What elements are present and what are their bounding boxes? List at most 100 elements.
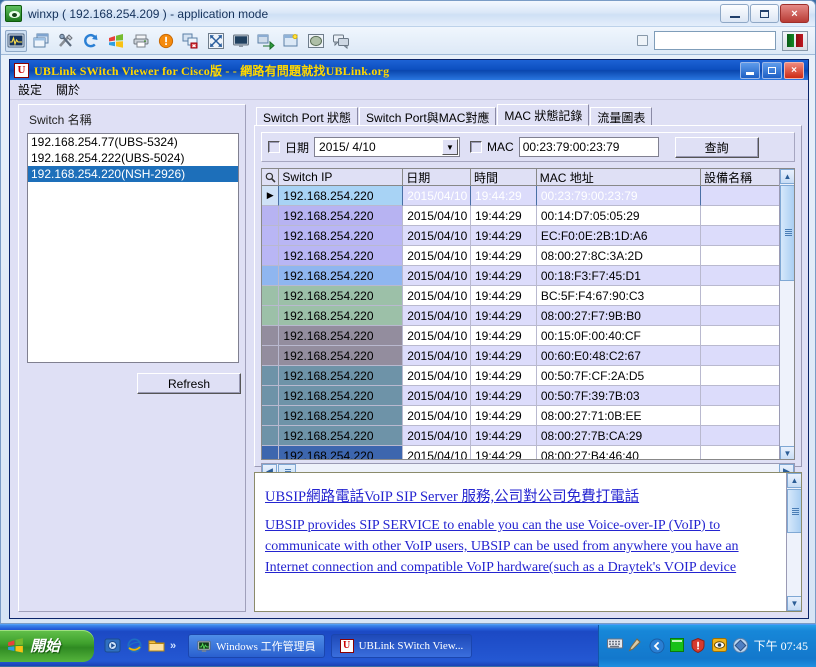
session-options-icon[interactable] <box>5 29 27 52</box>
taskbar-button-task-manager[interactable]: Windows 工作管理員 <box>188 633 325 658</box>
printer-icon[interactable] <box>130 30 152 52</box>
ad-link-line-3[interactable]: Internet connection and compatible VoIP … <box>265 557 791 578</box>
row-indicator[interactable] <box>262 346 280 366</box>
list-item[interactable]: 192.168.254.77(UBS-5324) <box>28 134 238 150</box>
cell-time[interactable]: 19:44:29 <box>470 326 537 346</box>
cell-date[interactable]: 2015/04/10 <box>403 286 471 306</box>
cell-switch-ip[interactable]: 192.168.254.220 <box>279 346 404 366</box>
cell-time[interactable]: 19:44:29 <box>470 186 537 206</box>
column-header-switch-ip[interactable]: Switch IP <box>279 169 404 185</box>
cell-date[interactable]: 2015/04/10 <box>403 366 471 386</box>
cell-date[interactable]: 2015/04/10 <box>403 226 471 246</box>
menu-item-settings[interactable]: 設定 <box>18 81 42 98</box>
cell-switch-ip[interactable]: 192.168.254.220 <box>279 366 404 386</box>
cell-time[interactable]: 19:44:29 <box>470 206 537 226</box>
cell-mac-address[interactable]: EC:F0:0E:2B:1D:A6 <box>536 226 702 246</box>
internet-explorer-icon[interactable] <box>126 637 143 654</box>
search-icon[interactable] <box>262 169 280 185</box>
cell-date[interactable]: 2015/04/10 <box>403 326 471 346</box>
table-row[interactable]: 192.168.254.220 2015/04/10 19:44:29 BC:5F:F… <box>262 286 794 306</box>
cell-switch-ip[interactable]: 192.168.254.220 <box>279 326 404 346</box>
refresh-button[interactable]: Refresh <box>137 373 241 394</box>
table-row[interactable]: 192.168.254.220 2015/04/10 19:44:29 08:00:2… <box>262 246 794 266</box>
shield-alert-icon[interactable] <box>691 638 706 653</box>
cell-time[interactable]: 19:44:29 <box>470 426 537 446</box>
cell-time[interactable]: 19:44:29 <box>470 406 537 426</box>
cell-date[interactable]: 2015/04/10 <box>403 446 471 459</box>
cell-switch-ip[interactable]: 192.168.254.220 <box>279 186 404 206</box>
transfer-icon[interactable] <box>255 30 277 52</box>
connection-status-indicator[interactable] <box>782 30 808 51</box>
cell-switch-ip[interactable]: 192.168.254.220 <box>279 386 404 406</box>
cell-mac-address[interactable]: 00:50:7F:CF:2A:D5 <box>536 366 702 386</box>
cell-mac-address[interactable]: 00:23:79:00:23:79 <box>536 186 702 206</box>
app-minimize-button[interactable] <box>740 61 760 79</box>
row-indicator[interactable] <box>262 286 280 306</box>
eye-icon[interactable] <box>711 638 727 653</box>
row-indicator[interactable]: ▶ <box>262 186 280 206</box>
tab-traffic-chart[interactable]: 流量圖表 <box>590 107 653 126</box>
cell-switch-ip[interactable]: 192.168.254.220 <box>279 206 404 226</box>
cell-mac-address[interactable]: 08:00:27:7B:CA:29 <box>536 426 702 446</box>
table-row[interactable]: 192.168.254.220 2015/04/10 19:44:29 00:14:D… <box>262 206 794 226</box>
cell-time[interactable]: 19:44:29 <box>470 226 537 246</box>
row-indicator[interactable] <box>262 266 280 286</box>
cell-date[interactable]: 2015/04/10 <box>403 406 471 426</box>
window-mode-icon[interactable] <box>637 35 648 46</box>
fullscreen-icon[interactable] <box>205 30 227 52</box>
table-row[interactable]: ▶ 192.168.254.220 2015/04/10 19:44:29 00:23:… <box>262 186 794 206</box>
cell-date[interactable]: 2015/04/10 <box>403 206 471 226</box>
start-button[interactable]: 開始 <box>0 629 94 662</box>
cell-time[interactable]: 19:44:29 <box>470 286 537 306</box>
keyboard-icon[interactable] <box>606 638 623 653</box>
cell-switch-ip[interactable]: 192.168.254.220 <box>279 306 404 326</box>
cell-mac-address[interactable]: 00:60:E0:48:C2:67 <box>536 346 702 366</box>
tab-switch-port-status[interactable]: Switch Port 狀態 <box>256 107 359 126</box>
cell-time[interactable]: 19:44:29 <box>470 366 537 386</box>
cell-switch-ip[interactable]: 192.168.254.220 <box>279 266 404 286</box>
mac-records-table[interactable]: Switch IP 日期 時間 MAC 地址 設備名稱 ▶ 192.168.254… <box>261 168 795 460</box>
cell-date[interactable]: 2015/04/10 <box>403 186 471 206</box>
switch-list[interactable]: 192.168.254.77(UBS-5324) 192.168.254.222… <box>27 133 239 363</box>
row-indicator[interactable] <box>262 386 280 406</box>
table-row[interactable]: 192.168.254.220 2015/04/10 19:44:29 08:00:2… <box>262 446 794 459</box>
row-indicator[interactable] <box>262 366 280 386</box>
cell-mac-address[interactable]: 08:00:27:8C:3A:2D <box>536 246 702 266</box>
refresh-icon[interactable] <box>80 30 102 52</box>
vnc-close-button[interactable]: × <box>780 4 809 23</box>
cell-mac-address[interactable]: 08:00:27:F7:9B:B0 <box>536 306 702 326</box>
cell-date[interactable]: 2015/04/10 <box>403 386 471 406</box>
column-header-mac-address[interactable]: MAC 地址 <box>536 169 702 185</box>
cell-switch-ip[interactable]: 192.168.254.220 <box>279 426 404 446</box>
taskbar-clock[interactable]: 下午 07:45 <box>754 637 808 654</box>
cell-date[interactable]: 2015/04/10 <box>403 426 471 446</box>
query-button[interactable]: 查詢 <box>674 136 759 158</box>
link-scroll-up-icon[interactable]: ▲ <box>787 473 801 488</box>
green-square-icon[interactable] <box>669 638 685 653</box>
cell-mac-address[interactable]: 00:15:0F:00:40:CF <box>536 326 702 346</box>
app-restore-button[interactable] <box>762 61 782 79</box>
table-row[interactable]: 192.168.254.220 2015/04/10 19:44:29 08:00:2… <box>262 406 794 426</box>
cell-mac-address[interactable]: 08:00:27:B4:46:40 <box>536 446 702 459</box>
mac-checkbox[interactable] <box>470 141 483 153</box>
app-close-button[interactable]: × <box>784 61 804 79</box>
table-vertical-scrollbar[interactable]: ▲ ▼ <box>779 169 794 459</box>
table-row[interactable]: 192.168.254.220 2015/04/10 19:44:29 08:00:2… <box>262 426 794 446</box>
ad-link-line-2[interactable]: communicate with other VoIP users, UBSIP… <box>265 536 791 557</box>
vnc-minimize-button[interactable] <box>720 4 749 23</box>
cell-time[interactable]: 19:44:29 <box>470 246 537 266</box>
row-indicator[interactable] <box>262 226 280 246</box>
cell-date[interactable]: 2015/04/10 <box>403 246 471 266</box>
cell-mac-address[interactable]: 00:14:D7:05:05:29 <box>536 206 702 226</box>
vnc-address-input[interactable] <box>654 31 776 50</box>
scroll-up-icon[interactable]: ▲ <box>780 169 794 184</box>
quicklaunch-more-icon[interactable]: » <box>170 640 176 652</box>
cell-switch-ip[interactable]: 192.168.254.220 <box>279 406 404 426</box>
cell-date[interactable]: 2015/04/10 <box>403 266 471 286</box>
date-select[interactable]: 2015/ 4/10 ▼ <box>314 137 461 157</box>
table-row[interactable]: 192.168.254.220 2015/04/10 19:44:29 00:60:E… <box>262 346 794 366</box>
menu-item-about[interactable]: 關於 <box>56 81 80 98</box>
date-checkbox[interactable] <box>268 141 280 153</box>
chevron-down-icon[interactable]: ▼ <box>442 139 459 155</box>
info-alert-icon[interactable] <box>155 30 177 52</box>
